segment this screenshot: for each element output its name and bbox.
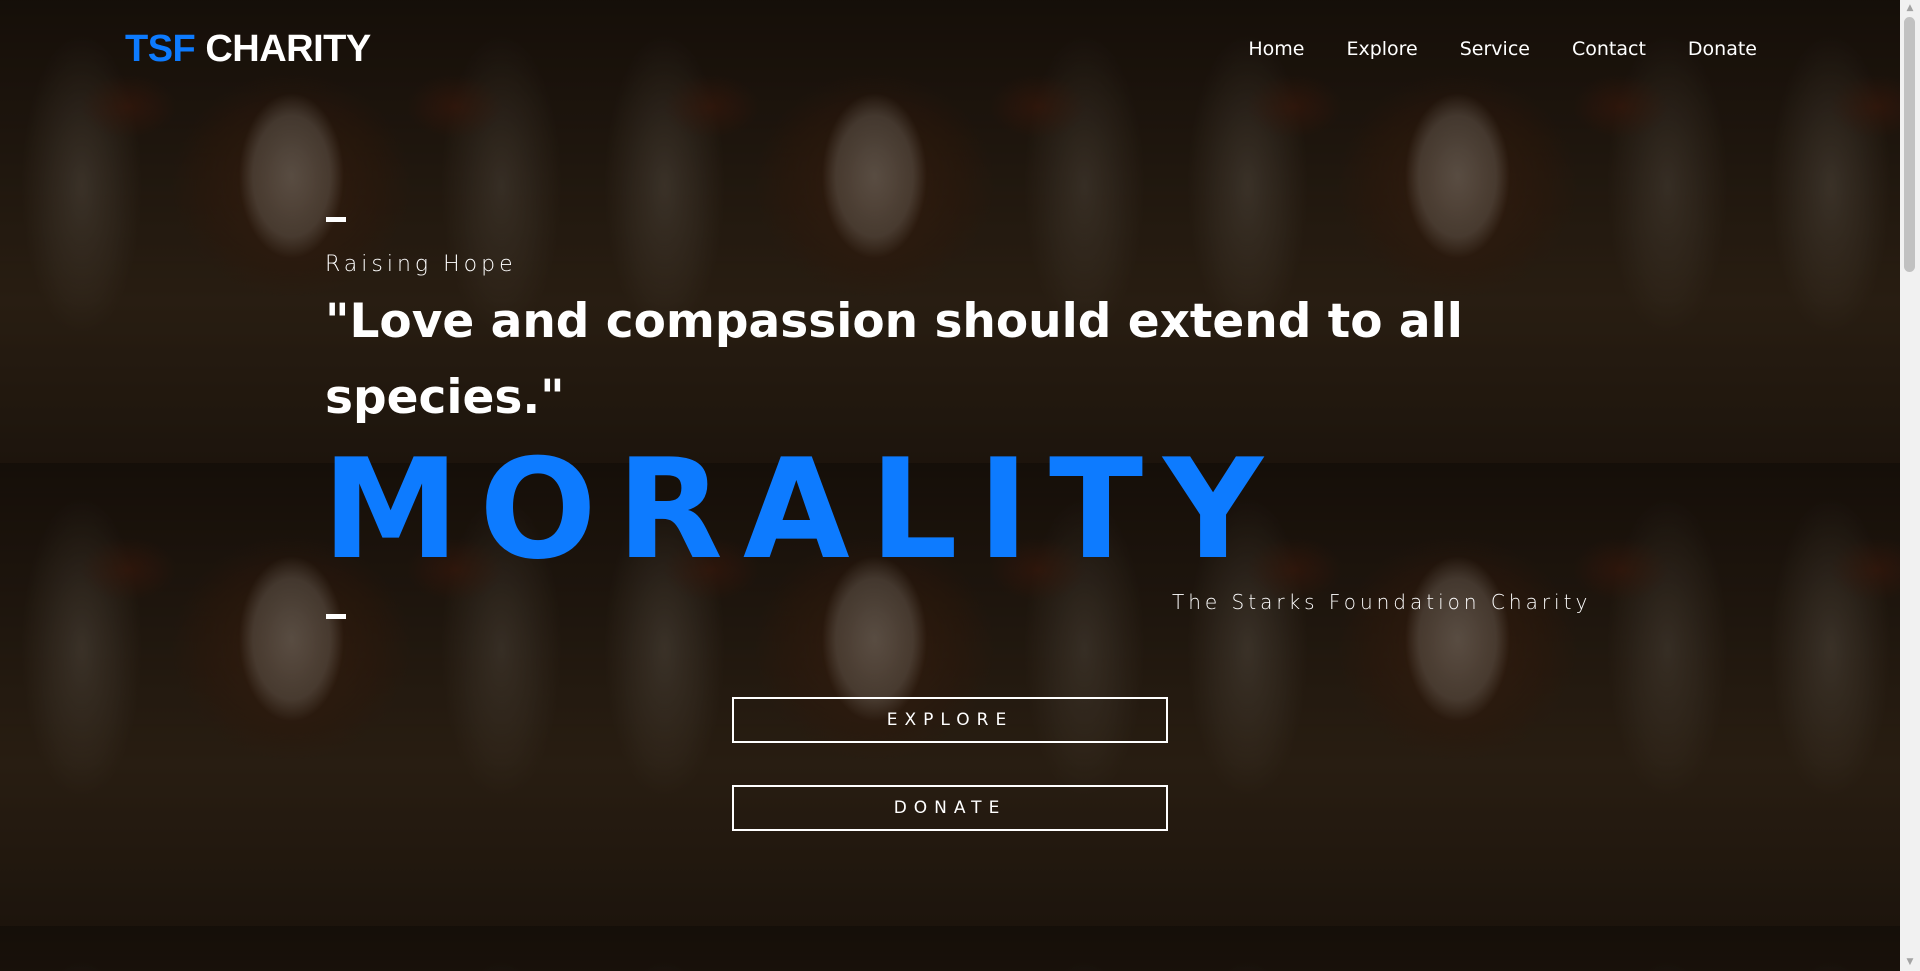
- nav-service[interactable]: Service: [1460, 38, 1530, 60]
- organization-name: The Starks Foundation Charity: [1172, 590, 1592, 614]
- nav-explore[interactable]: Explore: [1346, 38, 1417, 60]
- vertical-scrollbar[interactable]: ▲ ▼: [1900, 0, 1920, 971]
- nav-donate[interactable]: Donate: [1688, 38, 1757, 60]
- logo-accent: TSF: [125, 28, 196, 70]
- main-nav: Home Explore Service Contact Donate: [1248, 38, 1757, 60]
- scroll-up-icon[interactable]: ▲: [1900, 0, 1920, 17]
- hero-eyebrow: Raising Hope: [325, 252, 517, 277]
- scrollbar-thumb[interactable]: [1904, 17, 1915, 272]
- decorative-dash-top: [326, 217, 346, 222]
- logo-text: CHARITY: [205, 28, 371, 70]
- nav-contact[interactable]: Contact: [1572, 38, 1646, 60]
- site-logo[interactable]: TSF CHARITY: [125, 28, 371, 71]
- scroll-down-icon[interactable]: ▼: [1900, 954, 1920, 971]
- explore-button[interactable]: EXPLORE: [732, 697, 1168, 743]
- decorative-dash-bottom: [326, 614, 346, 619]
- hero-quote: "Love and compassion should extend to al…: [325, 294, 1463, 425]
- nav-home[interactable]: Home: [1248, 38, 1304, 60]
- donate-button[interactable]: DONATE: [732, 785, 1168, 831]
- hero-headline: MORALITY: [322, 429, 1284, 590]
- site-header: TSF CHARITY Home Explore Service Contact…: [0, 0, 1900, 100]
